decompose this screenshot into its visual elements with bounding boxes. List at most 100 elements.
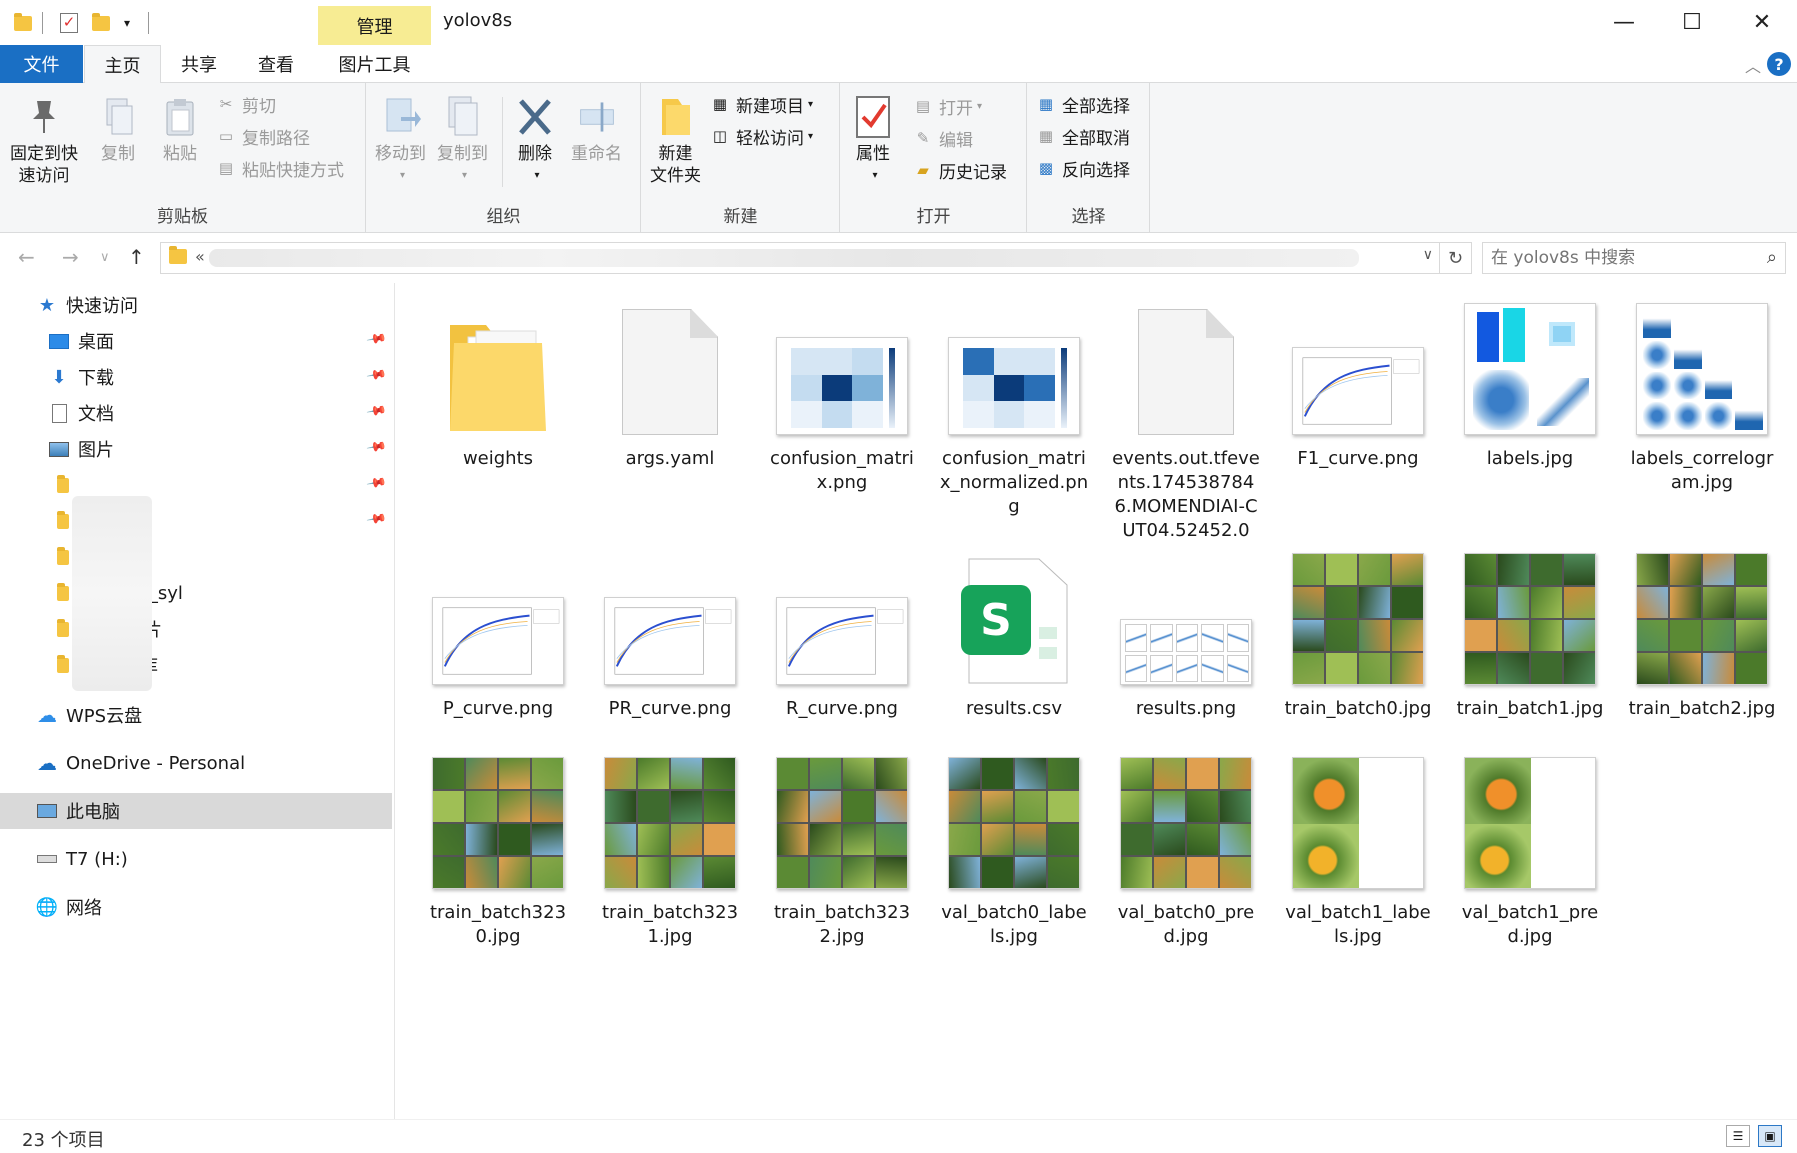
file-item[interactable]: args.yaml <box>584 295 756 471</box>
nav-network[interactable]: 🌐 网络 <box>0 889 392 925</box>
nav-onedrive[interactable]: ☁ OneDrive - Personal <box>0 745 392 781</box>
file-thumbnail <box>1100 295 1272 435</box>
file-item[interactable]: confusion_matrix_normalized.png <box>928 295 1100 519</box>
paste-shortcut-button[interactable]: ▤ 粘贴快捷方式 <box>216 155 344 181</box>
file-item[interactable]: confusion_matrix.png <box>756 295 928 495</box>
select-none-button[interactable]: ▦ 全部取消 <box>1036 123 1130 149</box>
nav-wps-cloud[interactable]: ☁ WPS云盘 <box>0 697 392 733</box>
nav-desktop[interactable]: 桌面 📌 <box>0 323 392 359</box>
file-item[interactable]: val_batch0_labels.jpg <box>928 749 1100 949</box>
nav-folder-blurred-2[interactable]: 📌 <box>0 503 392 539</box>
file-item[interactable]: val_batch1_labels.jpg <box>1272 749 1444 949</box>
address-dropdown-chevron-icon[interactable]: ∨ <box>1423 247 1433 263</box>
properties-button[interactable]: 属性 ▾ <box>853 95 893 187</box>
file-item[interactable]: F1_curve.png <box>1272 295 1444 471</box>
tab-home[interactable]: 主页 <box>84 45 161 84</box>
collapse-ribbon-icon[interactable]: ︿ <box>1745 53 1761 77</box>
tab-view[interactable]: 查看 <box>238 45 314 83</box>
nav-folder-blurred-1[interactable]: 📌 <box>0 467 392 503</box>
new-item-button[interactable]: ▦ 新建项目 ▾ <box>710 91 813 117</box>
new-folder-button[interactable]: 新建 文件夹 <box>650 95 701 187</box>
copy-button[interactable]: 复制 <box>98 95 138 165</box>
nav-quick-access[interactable]: ★ 快速访问 <box>0 287 392 323</box>
properties-check-icon <box>853 95 893 139</box>
copy-path-button[interactable]: ▭ 复制路径 <box>216 123 310 149</box>
cut-button[interactable]: ✂ 剪切 <box>216 91 276 117</box>
nav-folder-blurred-4[interactable]: 08_syl <box>0 575 392 611</box>
tab-file[interactable]: 文件 <box>0 45 83 83</box>
file-item[interactable]: Sresults.csv <box>928 545 1100 721</box>
file-item[interactable]: train_batch1.jpg <box>1444 545 1616 721</box>
nav-folder-blurred-6[interactable]: 库 <box>0 647 392 683</box>
help-icon[interactable]: ? <box>1767 52 1791 76</box>
new-folder-quick-icon[interactable] <box>90 12 112 34</box>
back-arrow-icon[interactable]: ← <box>18 245 35 269</box>
pin-icon[interactable]: 📌 <box>365 437 387 459</box>
nav-documents[interactable]: 文档 📌 <box>0 395 392 431</box>
nav-downloads[interactable]: ⬇ 下载 📌 <box>0 359 392 395</box>
file-item[interactable]: train_batch0.jpg <box>1272 545 1444 721</box>
maximize-button[interactable]: ☐ <box>1662 0 1722 45</box>
file-item[interactable]: PR_curve.png <box>584 545 756 721</box>
search-icon[interactable]: ⌕ <box>1767 247 1777 268</box>
paste-button[interactable]: 粘贴 <box>160 95 200 165</box>
pin-icon[interactable]: 📌 <box>365 401 387 423</box>
easy-access-button[interactable]: ◫ 轻松访问 ▾ <box>710 123 813 149</box>
history-button[interactable]: ▰ 历史记录 <box>913 157 1007 183</box>
file-item[interactable]: train_batch3232.jpg <box>756 749 928 949</box>
nav-pictures[interactable]: 图片 📌 <box>0 431 392 467</box>
address-bar[interactable]: « ∨ <box>160 242 1440 274</box>
pin-to-quick-access-button[interactable]: 固定到快 速访问 <box>10 95 78 187</box>
folder-icon <box>52 618 74 639</box>
breadcrumb-overflow[interactable]: « <box>195 247 205 266</box>
file-item[interactable]: val_batch1_pred.jpg <box>1444 749 1616 949</box>
curve-plot-thumbnail <box>604 597 736 685</box>
pin-icon[interactable]: 📌 <box>365 473 387 495</box>
breadcrumb-path-blurred <box>209 249 1359 267</box>
file-item[interactable]: train_batch3231.jpg <box>584 749 756 949</box>
delete-button[interactable]: 删除 ▾ <box>515 95 555 187</box>
pin-icon[interactable]: 📌 <box>365 365 387 387</box>
file-item[interactable]: train_batch3230.jpg <box>412 749 584 949</box>
file-name: train_batch0.jpg <box>1284 698 1432 719</box>
file-item[interactable]: val_batch0_pred.jpg <box>1100 749 1272 949</box>
file-item[interactable]: events.out.tfevents.1745387846.MOMENDIAI… <box>1100 295 1272 543</box>
large-icons-view-icon[interactable]: ▣ <box>1758 1125 1782 1147</box>
file-item[interactable]: labels.jpg <box>1444 295 1616 471</box>
search-box[interactable]: ⌕ <box>1482 242 1786 274</box>
pin-icon[interactable]: 📌 <box>365 509 387 531</box>
copy-to-button[interactable]: 复制到 ▾ <box>437 95 488 187</box>
select-all-button[interactable]: ▦ 全部选择 <box>1036 91 1130 117</box>
nav-folder-blurred-3[interactable] <box>0 539 392 575</box>
edit-button[interactable]: ✎ 编辑 <box>913 125 973 151</box>
refresh-icon[interactable]: ↻ <box>1440 242 1472 274</box>
file-name: val_batch0_pred.jpg <box>1117 902 1255 947</box>
file-item[interactable]: results.png <box>1100 545 1272 721</box>
move-to-button[interactable]: 移动到 ▾ <box>375 95 426 187</box>
file-item[interactable]: labels_correlogram.jpg <box>1616 295 1788 495</box>
up-arrow-icon[interactable]: ↑ <box>128 245 145 269</box>
customize-quick-access-icon[interactable]: ▾ <box>120 12 134 34</box>
open-button[interactable]: ▤ 打开 ▾ <box>913 93 982 119</box>
tab-picture-tools[interactable]: 图片工具 <box>318 45 431 83</box>
nav-this-pc[interactable]: 此电脑 <box>0 793 392 829</box>
minimize-button[interactable]: — <box>1594 0 1654 45</box>
rename-button[interactable]: 重命名 <box>571 95 622 165</box>
file-item[interactable]: R_curve.png <box>756 545 928 721</box>
nav-folder-blurred-5[interactable]: 片 <box>0 611 392 647</box>
properties-quick-icon[interactable]: ✓ <box>58 12 80 34</box>
file-item[interactable]: train_batch2.jpg <box>1616 545 1788 721</box>
details-view-icon[interactable]: ☰ <box>1726 1125 1750 1147</box>
nav-drive-t7[interactable]: T7 (H:) <box>0 841 392 877</box>
file-item[interactable]: P_curve.png <box>412 545 584 721</box>
forward-arrow-icon[interactable]: → <box>62 245 79 269</box>
tab-share[interactable]: 共享 <box>162 45 236 83</box>
recent-locations-chevron-icon[interactable]: ∨ <box>100 250 110 265</box>
manage-context-tab[interactable]: 管理 <box>318 6 431 45</box>
correlogram-thumbnail <box>1636 303 1768 435</box>
pin-icon[interactable]: 📌 <box>365 329 387 351</box>
file-item[interactable]: weights <box>412 295 584 471</box>
search-input[interactable] <box>1483 243 1743 273</box>
close-button[interactable]: ✕ <box>1732 0 1792 45</box>
invert-selection-button[interactable]: ▩ 反向选择 <box>1036 155 1130 181</box>
